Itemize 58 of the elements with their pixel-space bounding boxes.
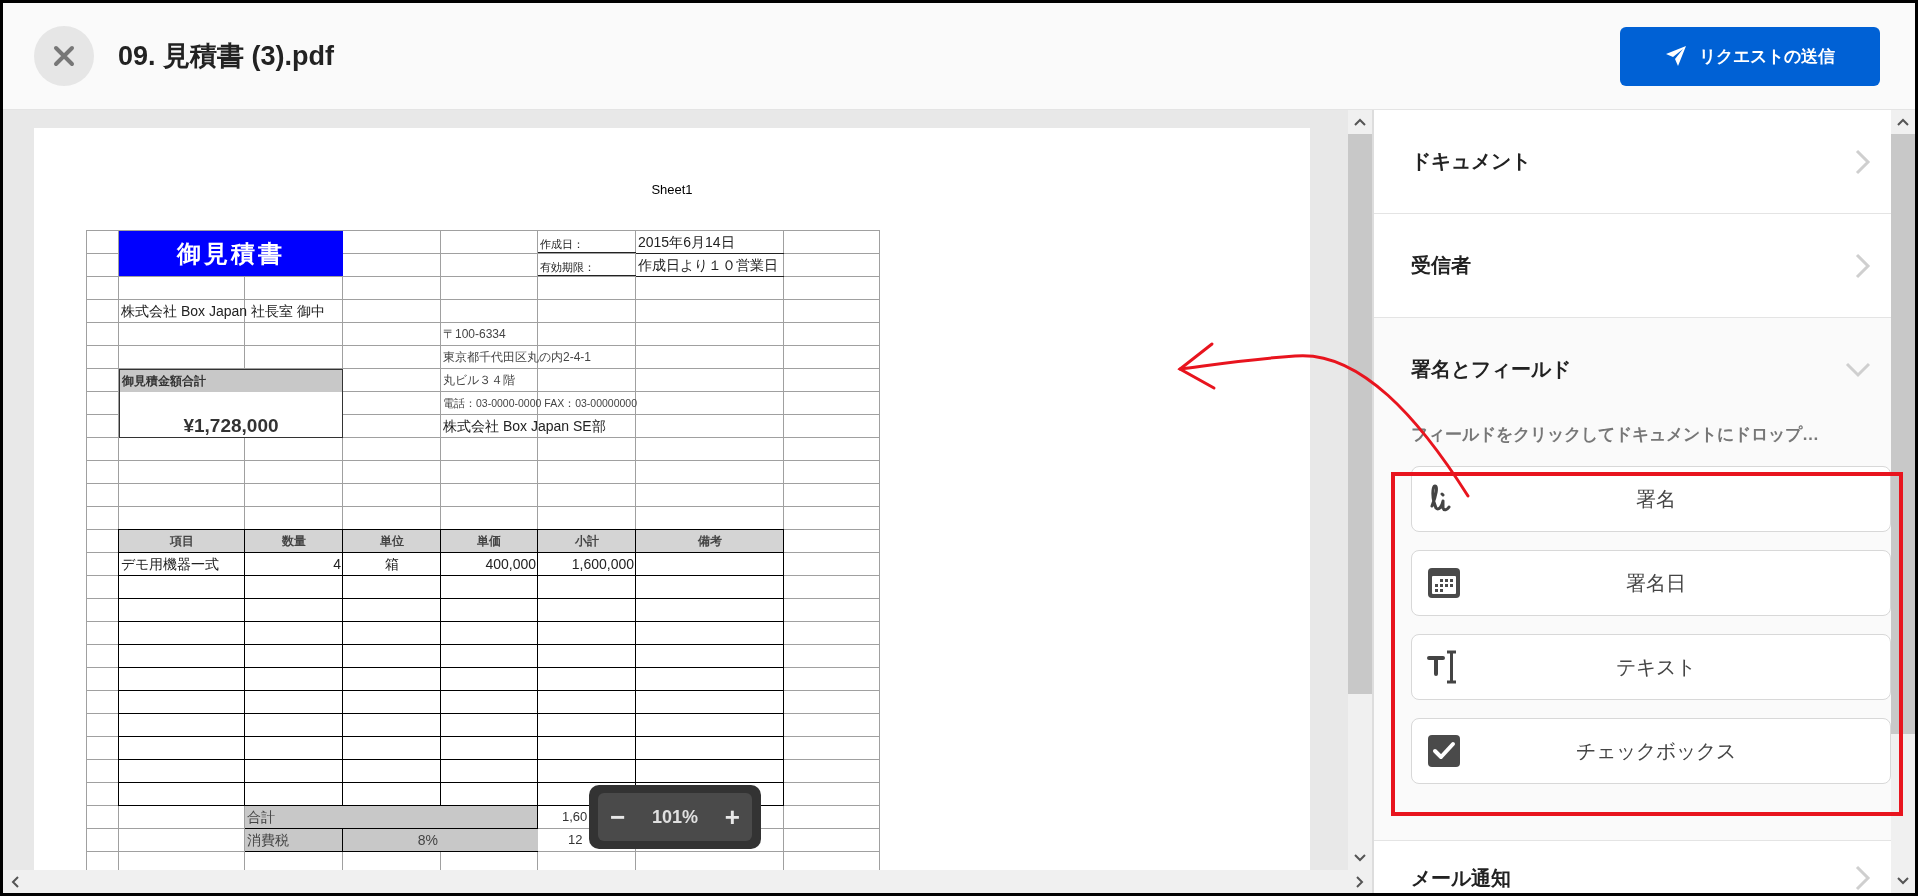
field-button[interactable]: テキスト: [1411, 634, 1891, 700]
table-cell: 合計: [245, 806, 538, 829]
addressee-text: 株式会社 Box Japan 社長室 御中: [120, 302, 326, 321]
total-label: 御見積金額合計: [119, 369, 343, 392]
chevron-down-icon[interactable]: [1354, 854, 1366, 862]
paper-plane-icon: [1665, 45, 1687, 67]
table-cell-text: 400,000: [484, 555, 537, 574]
chevron-left-icon[interactable]: [11, 875, 19, 888]
chevron-up-icon[interactable]: [1354, 118, 1366, 126]
chevron-right-icon[interactable]: [1356, 875, 1364, 888]
chevron-up-icon[interactable]: [1897, 118, 1909, 126]
table-cell: 作成日より１０営業日: [636, 254, 784, 277]
close-icon: [52, 44, 76, 68]
scrollbar-thumb[interactable]: [1891, 134, 1915, 734]
zoom-level: 101%: [651, 806, 698, 828]
column-header: 単価: [441, 530, 538, 553]
column-header: 数量: [245, 530, 343, 553]
scrollbar[interactable]: [1891, 110, 1915, 893]
calendar-icon: [1427, 566, 1461, 600]
column-header: 項目: [119, 530, 245, 553]
column-header: 備考: [636, 530, 784, 553]
table-cell-text: 箱: [384, 555, 400, 574]
field-label: 作成日：: [538, 231, 636, 253]
table-cell-text: デモ用機器一式: [120, 555, 220, 574]
table-cell: 2015年6月14日: [636, 231, 784, 254]
column-header: 単位: [343, 530, 441, 553]
scrollbar[interactable]: [1348, 110, 1372, 870]
address-text: 東京都千代田区丸の内2-4-1: [442, 349, 592, 366]
table-cell-text: 4: [332, 555, 342, 574]
field-button[interactable]: 署名: [1411, 466, 1891, 532]
table-cell-text: 1,600,000: [570, 555, 635, 574]
section-header[interactable]: メール通知: [1374, 841, 1891, 893]
column-header: 小計: [538, 530, 636, 553]
checkbox-icon: [1427, 734, 1461, 768]
document-title: 09. 見積書 (3).pdf: [118, 40, 334, 73]
company-text: 株式会社 Box Japan SE部: [442, 417, 607, 436]
scrollbar[interactable]: [3, 870, 1372, 893]
zoom-out-button[interactable]: −: [604, 802, 632, 832]
chevron-down-icon[interactable]: [1897, 877, 1909, 885]
send-request-button[interactable]: リクエストの送信: [1620, 26, 1880, 86]
table-cell-text: 1,60: [562, 808, 588, 826]
field-button[interactable]: 署名日: [1411, 550, 1891, 616]
zoom-in-button[interactable]: +: [718, 802, 746, 832]
table-cell: 8%: [343, 829, 538, 852]
table-cell-text: 12: [568, 831, 583, 849]
section-header[interactable]: ドキュメント: [1374, 110, 1891, 213]
address-text: 丸ビル３４階: [442, 372, 516, 389]
scrollbar-thumb[interactable]: [1348, 134, 1372, 694]
field-label: 有効期限：: [538, 254, 636, 276]
total-amount: ¥1,728,000: [119, 392, 343, 438]
phone-text: 電話：03-0000-0000 FAX：03-00000000: [442, 396, 639, 411]
address-text: 〒100-6334: [442, 326, 507, 343]
section-header[interactable]: 署名とフィールド: [1374, 318, 1891, 421]
quote-title: 御見積書: [119, 231, 343, 277]
sheet-title: Sheet1: [651, 182, 693, 198]
section-header[interactable]: 受信者: [1374, 214, 1891, 317]
table-cell: 消費税: [245, 829, 343, 852]
field-button[interactable]: チェックボックス: [1411, 718, 1891, 784]
